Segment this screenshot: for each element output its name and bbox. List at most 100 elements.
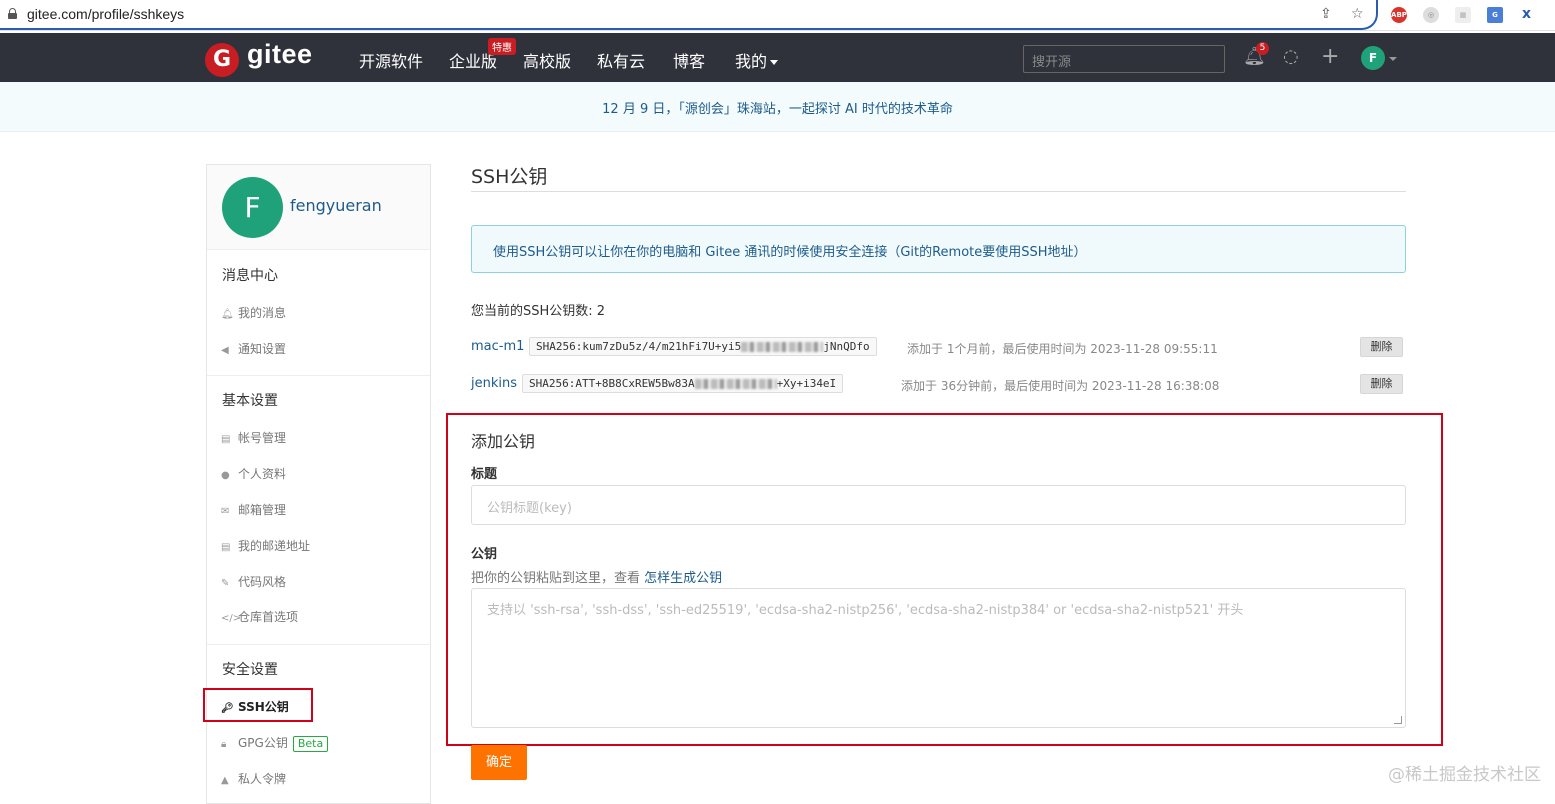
sidebar-item-label: 通知设置 [238,342,287,356]
divider [471,191,1406,192]
fingerprint-end: jNnQDfo [823,340,870,353]
user-icon: ● [221,470,230,481]
id-card-icon: ▤ [221,434,231,445]
hint-text: 把你的公钥粘贴到这里，查看 [471,571,641,586]
avatar[interactable]: F [222,177,283,238]
add-key-title: 添加公钥 [471,432,536,451]
lightbulb-icon[interactable]: ◌ [1283,46,1299,67]
watermark: @稀土掘金技术社区 [1388,765,1541,785]
section-title-security: 安全设置 [222,662,278,678]
username[interactable]: fengyueran [290,196,382,215]
info-text: 使用SSH公钥可以让你在你的电脑和 Gitee 通讯的时候使用安全连接（Git的… [493,245,1087,260]
key-hint: 把你的公钥粘贴到这里，查看 怎样生成公钥 [471,567,722,586]
beta-badge: Beta [292,736,329,752]
nav-mine-label: 我的 [735,52,768,71]
code-icon: </> [221,613,242,624]
redacted-blur [741,342,824,352]
chevron-down-icon[interactable] [1389,57,1397,61]
nav-open-source[interactable]: 开源软件 [359,48,423,72]
divider [207,375,430,376]
section-title-messages: 消息中心 [222,268,278,284]
extension-icon[interactable]: ◎ [1423,7,1439,23]
sidebar-item-label: 私人令牌 [238,772,287,786]
chevron-down-icon [770,60,779,65]
sidebar-item-label: 我的邮递地址 [238,539,311,553]
brush-icon: ✎ [221,578,230,589]
highlight-box-ssh-item [203,688,313,722]
extension-x-icon[interactable]: x [1522,6,1531,22]
key-label: 公钥 [471,547,498,562]
sidebar-item-label: GPG公钥 [238,736,288,750]
ssh-key-row: mac-m1 SHA256:kum7zDu5z/4/m21hFi7U+yi5 jN… [471,337,1406,359]
sidebar-item-gpg-keys[interactable]: 🔒︎ GPG公钥 Beta [221,734,329,752]
id-card-icon: ▤ [221,542,231,553]
key-fingerprint: SHA256:kum7zDu5z/4/m21hFi7U+yi5 jNnQDfo [529,337,877,356]
plus-icon[interactable]: + [1321,44,1339,69]
nav-private-cloud[interactable]: 私有云 [597,48,645,72]
textarea-placeholder: 支持以 'ssh-rsa', 'ssh-dss', 'ssh-ed25519',… [487,603,1244,618]
sidebar-item-profile[interactable]: ● 个人资料 [221,465,286,482]
delete-key-button[interactable]: 删除 [1360,374,1403,394]
ssh-key-count: 您当前的SSH公钥数: 2 [471,304,606,319]
translate-extension-icon[interactable]: G [1487,7,1503,23]
key-title: jenkins [471,376,518,391]
announcement-link[interactable]: 12 月 9 日，「源创会」珠海站，一起探讨 AI 时代的技术革命 [602,98,953,117]
lock-icon [8,8,17,19]
lock-icon: 🔒︎ [221,739,227,750]
sidebar-item-my-messages[interactable]: 🔔︎ 我的消息 [221,304,286,321]
envelope-icon: ✉ [221,506,230,517]
public-key-textarea[interactable]: 支持以 'ssh-rsa', 'ssh-dss', 'ssh-ed25519',… [471,588,1406,728]
nav-promo-badge: 特惠 [488,38,516,55]
adblock-extension-icon[interactable]: ABP [1391,7,1407,23]
nav-mine[interactable]: 我的 [735,48,779,72]
sidebar-item-code-style[interactable]: ✎ 代码风格 [221,573,286,590]
fingerprint-start: SHA256:kum7zDu5z/4/m21hFi7U+yi5 [536,340,742,353]
page-title: SSH公钥 [471,166,548,188]
fingerprint-end: +Xy+i34eI [776,377,837,390]
search-input[interactable]: 搜开源 [1023,45,1225,73]
resize-handle-icon[interactable] [1394,716,1402,724]
key-title: mac-m1 [471,339,525,354]
user-badge-icon: ▲ [221,775,229,786]
user-avatar[interactable]: F [1361,46,1385,70]
sidebar-item-label: 仓库首选项 [238,610,299,624]
key-title-input[interactable]: 公钥标题(key) [471,485,1406,525]
key-fingerprint: SHA256:ATT+8B8CxREW5Bw83A +Xy+i34eI [522,374,844,393]
gitee-logo-text[interactable]: gitee [247,39,313,70]
sidebar-item-address[interactable]: ▤ 我的邮递地址 [221,537,310,554]
sidebar-item-account[interactable]: ▤ 帐号管理 [221,429,286,446]
ssh-key-row: jenkins SHA256:ATT+8B8CxREW5Bw83A +Xy+i34… [471,374,1406,396]
profile-card: F fengyueran [207,165,430,250]
nav-education[interactable]: 高校版 [523,48,571,72]
top-navbar: G gitee 开源软件 企业版 特惠 高校版 私有云 博客 我的 搜开源 🔔︎… [0,33,1555,82]
nav-blog[interactable]: 博客 [673,48,705,72]
sidebar-item-label: 我的消息 [238,306,287,320]
submit-button[interactable]: 确定 [471,745,527,780]
delete-key-button[interactable]: 删除 [1360,337,1403,357]
sidebar-item-label: 帐号管理 [238,431,287,445]
key-meta: 添加于 36分钟前，最后使用时间为 2023-11-28 16:38:08 [901,379,1220,393]
divider [207,644,430,645]
section-title-basic: 基本设置 [222,393,278,409]
notification-badge: 5 [1256,42,1269,55]
info-alert: 使用SSH公钥可以让你在你的电脑和 Gitee 通讯的时候使用安全连接（Git的… [471,225,1406,273]
sidebar-item-email[interactable]: ✉ 邮箱管理 [221,501,286,518]
redacted-blur [694,379,777,389]
announcement-banner: 12 月 9 日，「源创会」珠海站，一起探讨 AI 时代的技术革命 [0,82,1555,132]
bell-icon: 🔔︎ [221,309,234,320]
sidebar-item-label: 邮箱管理 [238,503,287,517]
share-icon[interactable]: ⇪ [1320,6,1332,22]
how-to-generate-link[interactable]: 怎样生成公钥 [644,571,722,586]
sidebar-item-notification-settings[interactable]: ◀︎ 通知设置 [221,340,286,357]
title-label: 标题 [471,467,498,482]
bookmark-star-icon[interactable]: ☆ [1351,6,1364,22]
browser-address-bar: gitee.com/profile/sshkeys ⇪ ☆ ABP ◎ ▦ G … [0,0,1555,31]
sidebar-item-repo-preferences[interactable]: </>仓库首选项 [221,608,298,625]
speaker-icon: ◀︎ [221,345,229,356]
fingerprint-start: SHA256:ATT+8B8CxREW5Bw83A [529,377,695,390]
key-meta: 添加于 1个月前，最后使用时间为 2023-11-28 09:55:11 [907,342,1218,356]
sidebar-item-private-tokens[interactable]: ▲ 私人令牌 [221,770,286,787]
extension-icon[interactable]: ▦ [1455,7,1471,23]
url-field[interactable]: gitee.com/profile/sshkeys ⇪ ☆ [0,0,1378,30]
gitee-logo-icon[interactable]: G [205,43,239,77]
